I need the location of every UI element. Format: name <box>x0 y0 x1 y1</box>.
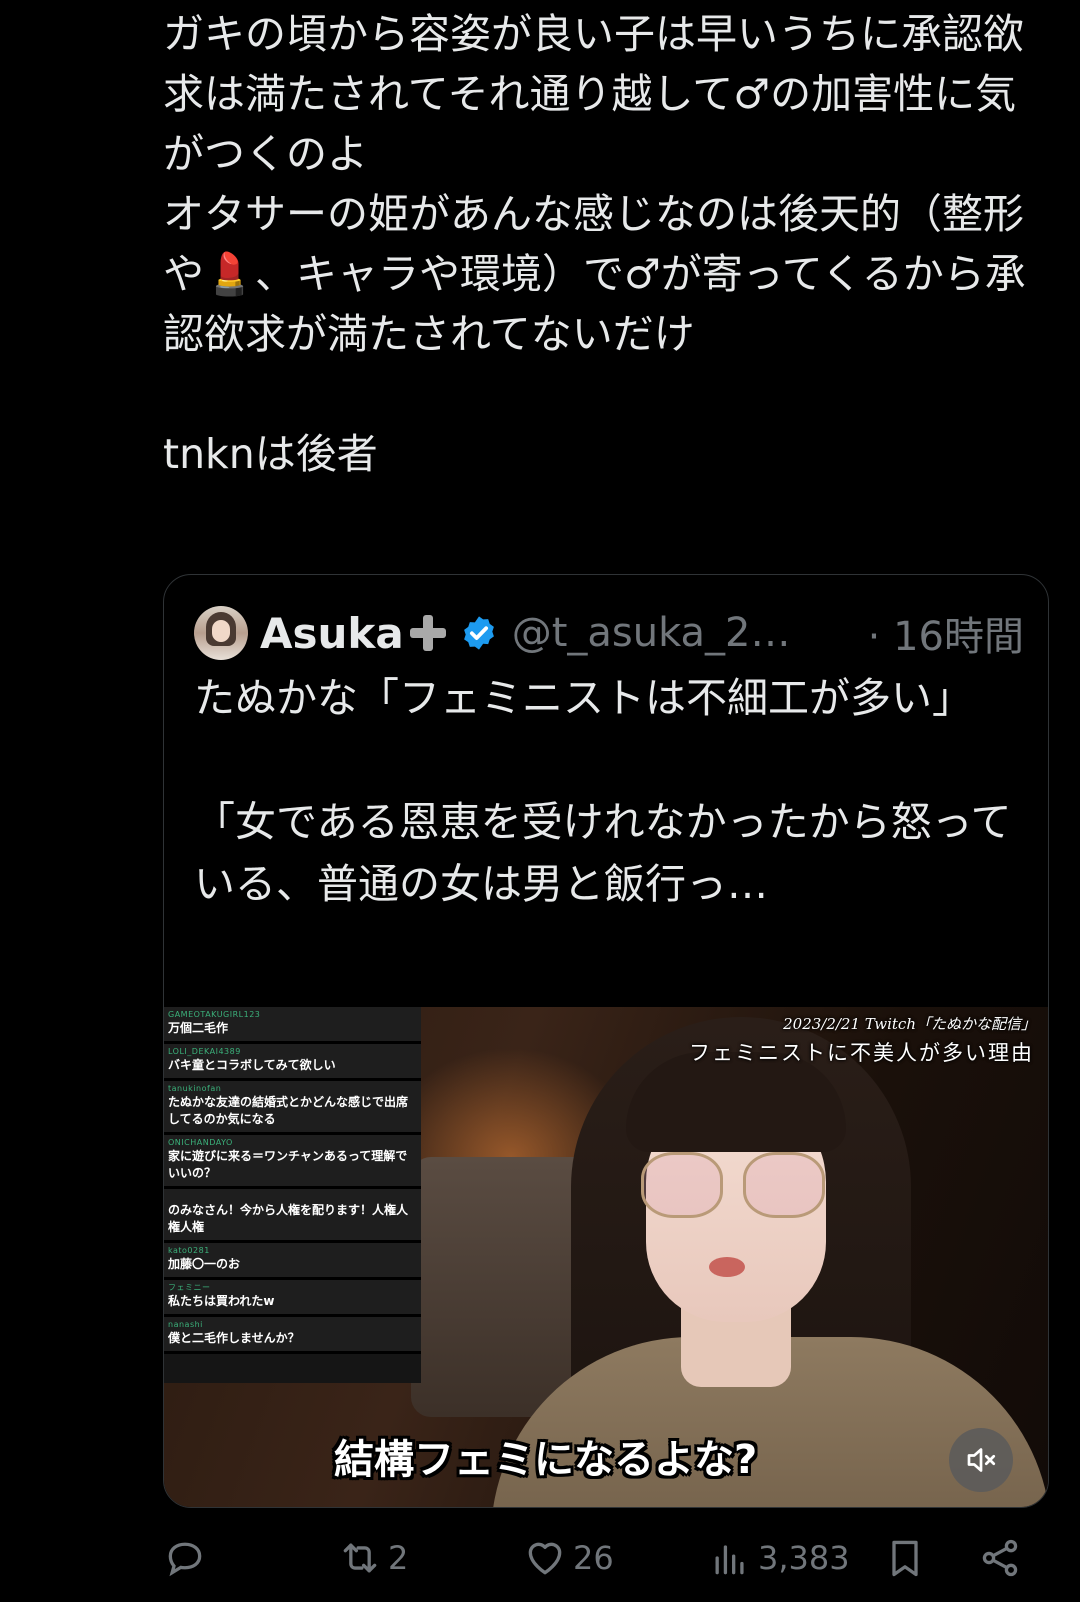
chat-text: 私たちは買われたw <box>168 1294 275 1308</box>
chat-message: のみなさん！今から人権を配ります！人権人権人権 <box>164 1189 421 1243</box>
chat-username: tanukinofan <box>168 1084 222 1093</box>
chat-username: GAMEOTAKUGIRL123 <box>168 1010 261 1019</box>
chat-text: 加藤〇一のお <box>168 1257 241 1271</box>
views-count: 3,383 <box>758 1539 850 1577</box>
chat-text: 万個二毛作 <box>168 1021 229 1035</box>
like-count: 26 <box>573 1539 614 1577</box>
chat-message: LOLI_DEKAI4389 バキ童とコラボしてみて欲しい <box>164 1044 421 1081</box>
chat-message: tanukinofan たぬかな友達の結婚式とかどんな感じで出席してるのか気になる <box>164 1081 421 1135</box>
chat-text: のみなさん！今から人権を配ります！人権人権人権 <box>168 1203 409 1234</box>
views-button[interactable]: 3,383 <box>708 1530 850 1586</box>
chat-text: バキ童とコラボしてみて欲しい <box>168 1058 336 1072</box>
chat-text: たぬかな友達の結婚式とかどんな感じで出席してるのか気になる <box>168 1095 409 1126</box>
chat-username: kato0281 <box>168 1246 210 1255</box>
bookmark-icon <box>892 1540 918 1577</box>
video-caption-title: フェミニストに不美人が多い理由 <box>689 1041 1034 1065</box>
chat-username: ONICHANDAYO <box>168 1138 233 1147</box>
analytics-bar-icon <box>715 1545 744 1575</box>
heart-icon <box>528 1542 562 1575</box>
video-player[interactable]: GAMEOTAKUGIRL123 万個二毛作 LOLI_DEKAI4389 バキ童とコ… <box>164 1007 1048 1507</box>
bookmark-button[interactable] <box>883 1530 927 1586</box>
reply-button[interactable] <box>163 1530 213 1586</box>
video-subtitle: 結構フェミになるよな? <box>334 1437 758 1483</box>
plus-emoji-icon <box>408 613 448 653</box>
chat-text: 僕と二毛作しませんか？ <box>168 1331 300 1345</box>
retweet-icon <box>343 1543 377 1573</box>
tweet-text: ガキの頃から容姿が良い子は早いうちに承認欲求は満たされてそれ通り越して♂の加害性… <box>163 10 1026 478</box>
quoted-timestamp[interactable]: · 16時間 <box>868 604 1024 662</box>
quoted-tweet-card[interactable]: Asuka @t_asuka_2… · 16時間 たぬかな「フェミニストは不細工… <box>163 574 1049 1508</box>
video-caption-date: 2023/2/21 Twitch「たぬかな配信」 <box>783 1015 1036 1033</box>
chat-username: フェミニー <box>168 1283 211 1292</box>
verified-badge-icon <box>463 616 494 650</box>
quoted-author-name[interactable]: Asuka <box>260 609 404 658</box>
chat-message: フェミニー私たちは買われたw <box>164 1280 421 1317</box>
retweet-button[interactable]: 2 <box>338 1530 408 1586</box>
reply-icon <box>168 1542 202 1577</box>
quoted-tweet-text: たぬかな「フェミニストは不細工が多い」 「女である恩恵を受けれなかったから怒って… <box>194 674 1012 908</box>
speaker-mute-icon <box>967 1448 996 1472</box>
avatar[interactable] <box>194 606 248 660</box>
like-button[interactable]: 26 <box>523 1530 614 1586</box>
chat-message: kato0281 加藤〇一のお <box>164 1243 421 1280</box>
chat-username: LOLI_DEKAI4389 <box>168 1047 241 1056</box>
quoted-author-handle[interactable]: @t_asuka_2… <box>512 610 791 656</box>
retweet-count: 2 <box>388 1539 409 1577</box>
chat-username: nanashi <box>168 1320 203 1329</box>
chat-message: ONICHANDAYO 家に遊びに来る＝ワンチャンあるって理解でいいの？ <box>164 1135 421 1189</box>
tweet-action-bar: 2 26 3,383 <box>163 1530 1043 1590</box>
chat-text: 家に遊びに来る＝ワンチャンあるって理解でいいの？ <box>168 1149 408 1180</box>
mute-button[interactable] <box>949 1428 1013 1492</box>
chat-message: GAMEOTAKUGIRL123 万個二毛作 <box>164 1007 421 1044</box>
stream-chat-overlay: GAMEOTAKUGIRL123 万個二毛作 LOLI_DEKAI4389 バキ童とコ… <box>164 1007 421 1383</box>
share-icon <box>982 1539 1018 1577</box>
chat-message: nanashi 僕と二毛作しませんか？ <box>164 1317 421 1354</box>
chat-username <box>168 1192 417 1202</box>
share-button[interactable] <box>978 1530 1022 1586</box>
quoted-tweet-header: Asuka @t_asuka_2… · 16時間 <box>194 603 1024 663</box>
